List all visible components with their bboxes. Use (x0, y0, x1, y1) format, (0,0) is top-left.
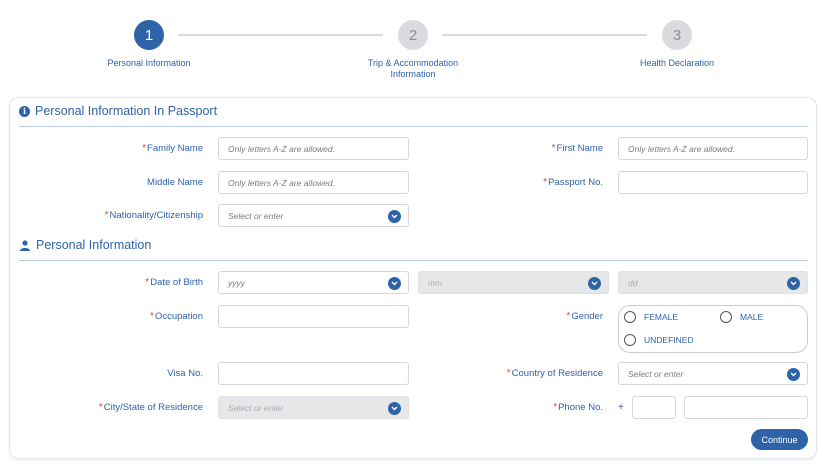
dob-month-placeholder: mm (428, 277, 443, 288)
step-3-indicator[interactable]: 3 (662, 20, 692, 50)
chevron-down-icon[interactable] (388, 402, 401, 415)
family-name-placeholder: Only letters A-Z are allowed. (228, 143, 335, 154)
country-residence-placeholder: Select or enter (628, 368, 684, 379)
step-number: 3 (672, 26, 682, 44)
dob-year-select[interactable]: yyyy (218, 271, 409, 294)
required-marker: * (553, 402, 558, 413)
country-residence-select[interactable]: Select or enter (618, 362, 808, 385)
city-state-select[interactable]: Select or enter (218, 396, 409, 419)
person-icon (19, 239, 31, 251)
visa-no-input[interactable] (218, 362, 409, 385)
step-number: 1 (144, 26, 154, 44)
required-marker: * (506, 368, 511, 379)
progress-stepper: 1 2 3 Personal Information Trip & Accomm… (0, 0, 823, 95)
middle-name-label: Middle Name (147, 177, 203, 188)
occupation-label: *Occupation (150, 311, 203, 322)
middle-name-placeholder: Only letters A-Z are allowed. (228, 177, 335, 188)
family-name-input[interactable]: Only letters A-Z are allowed. (218, 137, 409, 160)
dob-day-select[interactable]: dd (618, 271, 808, 294)
dob-year-placeholder: yyyy (228, 277, 245, 288)
radio-button[interactable] (624, 311, 636, 323)
step-1-label: Personal Information (107, 58, 191, 68)
chevron-down-icon[interactable] (388, 277, 401, 290)
country-residence-label: *Country of Residence (506, 368, 603, 379)
nationality-placeholder: Select or enter (228, 210, 284, 221)
required-marker: * (104, 210, 109, 221)
chevron-down-icon[interactable] (787, 277, 800, 290)
step-2-indicator[interactable]: 2 (398, 20, 428, 50)
required-marker: * (551, 143, 556, 154)
step-connector (178, 34, 383, 36)
required-marker: * (142, 143, 147, 154)
chevron-down-icon[interactable] (388, 210, 401, 223)
section-divider (19, 126, 808, 127)
section-title-text: Personal Information (36, 238, 152, 252)
first-name-input[interactable]: Only letters A-Z are allowed. (618, 137, 808, 160)
family-name-label: *Family Name (142, 143, 203, 154)
radio-button[interactable] (624, 334, 636, 346)
gender-option-female[interactable]: FEMALE (624, 311, 678, 323)
passport-no-input[interactable] (618, 171, 808, 194)
info-icon: i (19, 105, 30, 117)
gender-label: *Gender (566, 311, 603, 322)
phone-country-code-input[interactable] (632, 396, 676, 419)
continue-button[interactable]: Continue (751, 429, 808, 450)
phone-number-input[interactable] (684, 396, 808, 419)
required-marker: * (145, 277, 150, 288)
city-state-placeholder: Select or enter (228, 402, 284, 413)
step-3-label: Health Declaration (639, 58, 715, 68)
step-1-indicator[interactable]: 1 (134, 20, 164, 50)
radio-button[interactable] (720, 311, 732, 323)
required-marker: * (566, 311, 571, 322)
required-marker: * (150, 311, 154, 322)
nationality-select[interactable]: Select or enter (218, 204, 409, 227)
dob-day-placeholder: dd (628, 277, 638, 288)
first-name-label: *First Name (551, 143, 603, 154)
visa-no-label: Visa No. (167, 368, 203, 379)
occupation-input[interactable] (218, 305, 409, 328)
gender-option-male[interactable]: MALE (720, 311, 763, 323)
required-marker: * (543, 177, 548, 188)
first-name-placeholder: Only letters A-Z are allowed. (628, 143, 735, 154)
step-number: 2 (408, 26, 418, 44)
dob-month-select[interactable]: mm (418, 271, 609, 294)
section-divider (19, 260, 808, 261)
section-title-text: Personal Information In Passport (35, 104, 218, 118)
middle-name-input[interactable]: Only letters A-Z are allowed. (218, 171, 409, 194)
personal-section-title: Personal Information (19, 238, 151, 252)
step-2-label: Trip & Accommodation Information (367, 58, 459, 79)
nationality-label: *Nationality/Citizenship (104, 210, 203, 221)
dob-label: *Date of Birth (145, 277, 203, 288)
step-connector (442, 34, 647, 36)
required-marker: * (98, 402, 103, 413)
chevron-down-icon[interactable] (787, 368, 800, 381)
passport-no-label: *Passport No. (543, 177, 603, 188)
phone-prefix: + (618, 402, 624, 413)
passport-section-title: i Personal Information In Passport (19, 104, 217, 118)
chevron-down-icon[interactable] (588, 277, 601, 290)
city-state-label: *City/State of Residence (98, 402, 203, 413)
phone-label: *Phone No. (553, 402, 603, 413)
gender-option-undefined[interactable]: UNDEFINED (624, 334, 694, 346)
